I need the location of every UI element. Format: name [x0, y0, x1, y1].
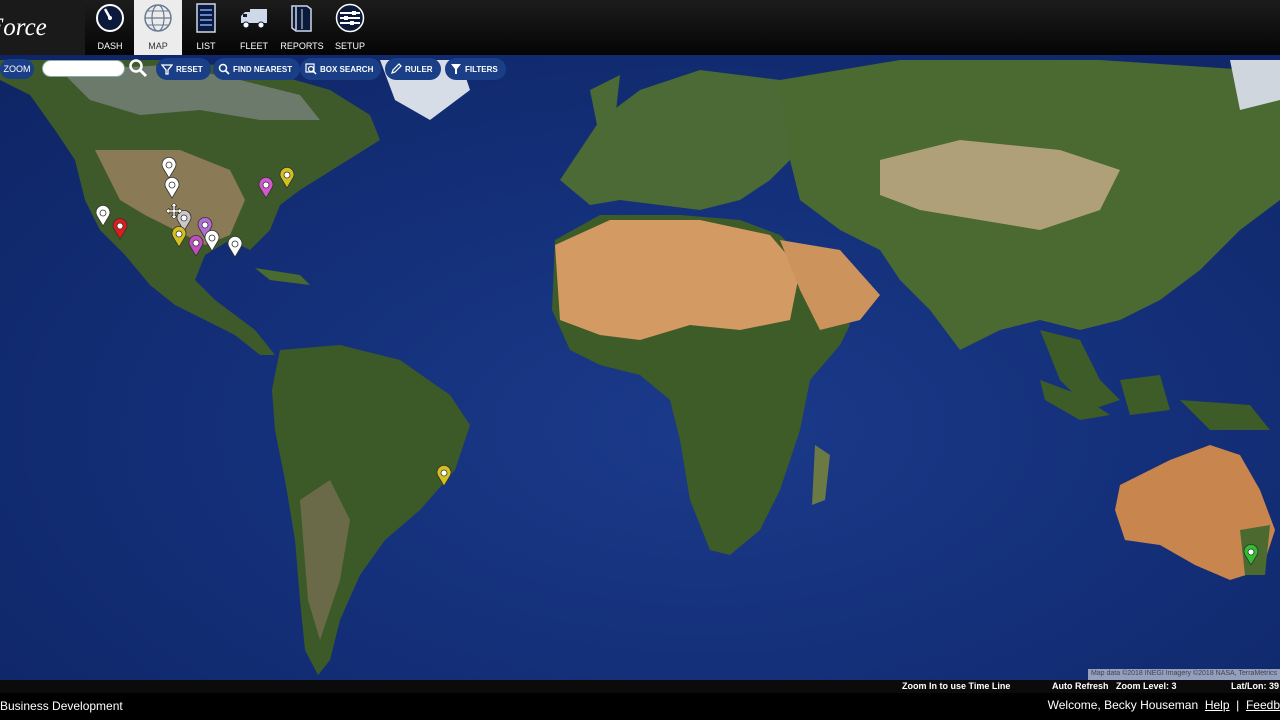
map-pin[interactable] [227, 236, 243, 258]
globe-icon [144, 4, 172, 32]
zoom-label: ZOOM [0, 59, 34, 79]
nav-item-fleet[interactable]: FLEET [230, 0, 278, 55]
dashboard-gauge-icon [96, 4, 124, 32]
footer: Business Development Welcome, Becky Hous… [0, 693, 1280, 720]
reports-book-icon [291, 5, 312, 32]
move-cursor-icon [166, 203, 182, 219]
feedback-link[interactable]: Feedb [1246, 698, 1280, 712]
nav-item-map[interactable]: MAP [134, 0, 182, 55]
timeline-hint: Zoom In to use Time Line [902, 681, 1011, 691]
map-pin-icon [1243, 544, 1259, 566]
filters-button[interactable]: FILTERS [445, 58, 506, 80]
funnel-icon [451, 64, 461, 74]
map-pin-icon [164, 177, 180, 199]
find-nearest-button[interactable]: FIND NEAREST [213, 58, 301, 80]
map-pin-icon [279, 167, 295, 189]
welcome-text: Welcome, Becky Houseman [1047, 698, 1199, 712]
map-pin-icon [227, 236, 243, 258]
map-pin[interactable] [112, 218, 128, 240]
map-status-bar: Zoom In to use Time Line Auto Refresh Zo… [0, 680, 1280, 693]
truck-icon [241, 9, 267, 29]
reset-filter-icon [161, 64, 173, 75]
setup-sliders-icon [335, 3, 365, 33]
map-pin-icon [258, 177, 274, 199]
world-map[interactable]: ZOOM RESET FIND NEAREST BOX SEARCH RULER… [0, 55, 1280, 680]
box-search-button[interactable]: BOX SEARCH [300, 58, 382, 80]
map-satellite-layer [0, 60, 1280, 675]
list-document-icon [196, 3, 216, 33]
nav-item-list[interactable]: LIST [182, 0, 230, 55]
map-pin[interactable] [164, 177, 180, 199]
pencil-ruler-icon [391, 63, 402, 74]
map-pin-icon [171, 226, 187, 248]
map-pin-icon [95, 205, 111, 227]
magnifier-icon [218, 63, 230, 75]
ruler-button[interactable]: RULER [385, 58, 441, 80]
map-pin-icon [204, 230, 220, 252]
map-pin[interactable] [95, 205, 111, 227]
nav-item-reports[interactable]: REPORTS [278, 0, 326, 55]
map-pin[interactable] [258, 177, 274, 199]
auto-refresh-toggle[interactable]: Auto Refresh [1052, 681, 1109, 691]
map-pin-icon [161, 157, 177, 179]
reset-button[interactable]: RESET [156, 58, 211, 80]
map-pin[interactable] [188, 235, 204, 257]
map-pin-icon [436, 465, 452, 487]
company-name: Business Development [0, 699, 123, 713]
search-icon[interactable] [128, 58, 148, 78]
map-pin[interactable] [436, 465, 452, 487]
nav-item-setup[interactable]: SETUP [326, 0, 374, 55]
user-links: Welcome, Becky Houseman Help | Feedb [1048, 698, 1280, 712]
nav-item-dash[interactable]: DASH [86, 0, 134, 55]
help-link[interactable]: Help [1205, 698, 1230, 712]
link-separator: | [1236, 698, 1240, 712]
map-pin[interactable] [279, 167, 295, 189]
map-attribution: Map data ©2018 INEGI Imagery ©2018 NASA,… [1087, 669, 1280, 680]
map-pin[interactable] [1243, 544, 1259, 566]
map-pin[interactable] [204, 230, 220, 252]
top-navigation-bar: Force DASH MAP [0, 0, 1280, 55]
map-pin[interactable] [161, 157, 177, 179]
map-search-input[interactable] [42, 60, 125, 77]
map-pin-icon [112, 218, 128, 240]
map-pin-icon [188, 235, 204, 257]
main-nav: DASH MAP LIST FLEET REPORTS SETUP [86, 0, 374, 55]
brand-logo[interactable]: Force [0, 0, 85, 55]
latlon-readout: Lat/Lon: 39 [1231, 681, 1280, 691]
box-search-icon [305, 63, 317, 75]
map-pin[interactable] [171, 226, 187, 248]
zoom-level-readout: Zoom Level: 3 [1116, 681, 1177, 691]
